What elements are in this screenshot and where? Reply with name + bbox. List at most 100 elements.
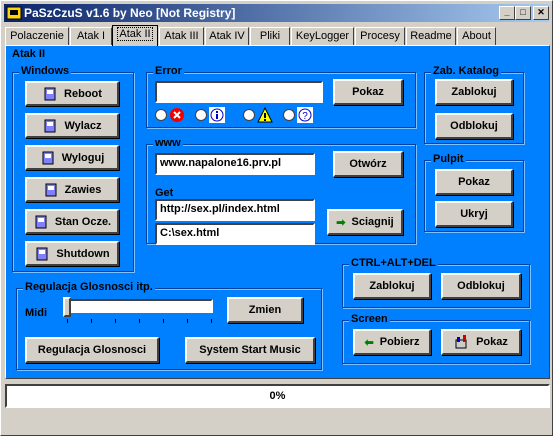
progress-text: 0%: [269, 390, 286, 402]
tab-readme[interactable]: Readme: [406, 27, 456, 45]
logoff-button[interactable]: Wyloguj: [25, 145, 119, 170]
error-show-button[interactable]: Pokaz: [333, 79, 403, 105]
hang-button[interactable]: Zawies: [25, 177, 119, 202]
shutdown-label: Shutdown: [56, 247, 110, 260]
tab-atak-4[interactable]: Atak IV: [205, 27, 249, 45]
maximize-button[interactable]: □: [515, 6, 531, 20]
windows-group: Windows Reboot Wylacz Wyloguj Zawies Sta…: [12, 65, 134, 272]
computer-icon: [42, 151, 54, 164]
question-type-radio[interactable]: [283, 109, 295, 121]
midi-label: Midi: [25, 307, 47, 319]
panel-title: Atak II: [12, 48, 46, 60]
volume-group: Regulacja Glosnosci itp. Midi Zmien Regu…: [16, 281, 322, 370]
shutdown-button[interactable]: Shutdown: [25, 241, 119, 266]
cad-group: CTRL+ALT+DEL Zablokuj Odblokuj: [342, 257, 530, 308]
computer-icon: [44, 87, 56, 100]
screen-group-title: Screen: [349, 313, 390, 325]
cad-unlock-label: Odblokuj: [457, 280, 505, 292]
tab-atak-2-label: Atak II: [117, 27, 153, 41]
question-icon: ?: [297, 107, 313, 123]
cad-group-title: CTRL+ALT+DEL: [349, 257, 438, 269]
error-type-radio[interactable]: [155, 109, 167, 121]
www-group: www www.napalone16.prv.pl Otwórz Get htt…: [146, 137, 416, 245]
error-group-title: Error: [153, 65, 184, 77]
app-icon: [6, 6, 22, 20]
tab-pliki[interactable]: Pliki: [250, 27, 290, 45]
screen-get-button[interactable]: ⬅ Pobierz: [353, 329, 431, 355]
warning-type-radio[interactable]: [243, 109, 255, 121]
tab-polaczenie[interactable]: Polaczenie: [5, 27, 69, 45]
volume-group-title: Regulacja Glosnosci itp.: [23, 281, 155, 293]
catalog-unlock-button[interactable]: Odblokuj: [435, 113, 513, 139]
www-group-title: www: [153, 137, 183, 149]
screen-show-button[interactable]: Pokaz: [441, 329, 521, 355]
warning-icon: [257, 107, 273, 123]
open-url-button[interactable]: Otwórz: [333, 151, 403, 177]
computer-icon: [36, 247, 48, 260]
catalog-lock-label: Zablokuj: [451, 86, 497, 98]
system-start-music-label: System Start Music: [199, 344, 301, 356]
volume-control-button[interactable]: Regulacja Glosnosci: [25, 337, 159, 363]
arrow-left-icon: ⬅: [364, 336, 374, 349]
info-type-radio[interactable]: [195, 109, 207, 121]
shutdown-power-button[interactable]: Wylacz: [25, 113, 119, 138]
error-group: Error Pokaz ?: [146, 65, 416, 128]
error-message-input[interactable]: [155, 81, 323, 103]
computer-icon: [35, 215, 47, 228]
reboot-label: Reboot: [64, 87, 102, 100]
wyloguj-label: Wyloguj: [61, 151, 105, 164]
atak-2-panel: Atak II Windows Reboot Wylacz Wyloguj Za…: [5, 45, 550, 379]
download-label: Sciagnij: [351, 216, 394, 228]
stan-ocze-label: Stan Ocze.: [54, 215, 112, 228]
open-url-label: Otwórz: [349, 158, 387, 170]
desktop-hide-label: Ukryj: [460, 208, 488, 220]
tab-keylogger[interactable]: KeyLogger: [291, 27, 354, 45]
tab-atak-3[interactable]: Atak III: [159, 27, 204, 45]
error-show-label: Pokaz: [352, 86, 384, 98]
computer-icon: [45, 183, 57, 196]
tab-atak-2[interactable]: Atak II: [112, 25, 158, 46]
midi-slider-thumb[interactable]: [63, 297, 71, 317]
system-start-music-button[interactable]: System Start Music: [185, 337, 315, 363]
minimize-button[interactable]: _: [499, 6, 515, 20]
catalog-group: Zab. Katalog Zablokuj Odblokuj: [424, 65, 524, 144]
catalog-unlock-label: Odblokuj: [450, 120, 498, 132]
progress-bar: 0%: [5, 384, 550, 408]
desktop-group-title: Pulpit: [431, 153, 466, 165]
cad-lock-label: Zablokuj: [369, 280, 415, 292]
change-label: Zmien: [248, 304, 282, 316]
wylacz-label: Wylacz: [64, 119, 102, 132]
close-button[interactable]: ✕: [533, 6, 549, 20]
catalog-group-title: Zab. Katalog: [431, 65, 502, 77]
arrow-right-icon: ➡: [336, 216, 346, 229]
standby-button[interactable]: Stan Ocze.: [25, 209, 119, 234]
slider-ticks: [67, 319, 213, 323]
svg-text:?: ?: [302, 111, 308, 122]
info-icon: [209, 107, 225, 123]
windows-group-title: Windows: [19, 65, 72, 77]
error-icon: [170, 108, 184, 122]
download-button[interactable]: ➡ Sciagnij: [327, 209, 403, 235]
paint-icon: [455, 335, 467, 349]
change-button[interactable]: Zmien: [227, 297, 303, 323]
desktop-hide-button[interactable]: Ukryj: [435, 201, 513, 227]
get-url-input[interactable]: http://sex.pl/index.html: [155, 199, 315, 221]
catalog-lock-button[interactable]: Zablokuj: [435, 79, 513, 105]
cad-unlock-button[interactable]: Odblokuj: [441, 273, 521, 299]
reboot-button[interactable]: Reboot: [25, 81, 119, 106]
screen-show-label: Pokaz: [476, 336, 508, 348]
volume-control-label: Regulacja Glosnosci: [37, 344, 147, 356]
desktop-show-button[interactable]: Pokaz: [435, 169, 513, 195]
tab-atak-1[interactable]: Atak I: [70, 27, 112, 45]
tab-about[interactable]: About: [457, 27, 496, 45]
save-path-input[interactable]: C:\sex.html: [155, 223, 315, 245]
title-bar[interactable]: PaSzCzuS v1.6 by Neo [Not Registry] _ □ …: [4, 4, 549, 22]
url-input[interactable]: www.napalone16.prv.pl: [155, 153, 315, 175]
cad-lock-button[interactable]: Zablokuj: [353, 273, 431, 299]
window-title: PaSzCzuS v1.6 by Neo [Not Registry]: [24, 6, 236, 20]
desktop-show-label: Pokaz: [458, 176, 490, 188]
tab-procesy[interactable]: Procesy: [355, 27, 405, 45]
midi-slider-track[interactable]: [67, 299, 213, 313]
zawies-label: Zawies: [64, 183, 102, 196]
computer-icon: [44, 119, 56, 132]
